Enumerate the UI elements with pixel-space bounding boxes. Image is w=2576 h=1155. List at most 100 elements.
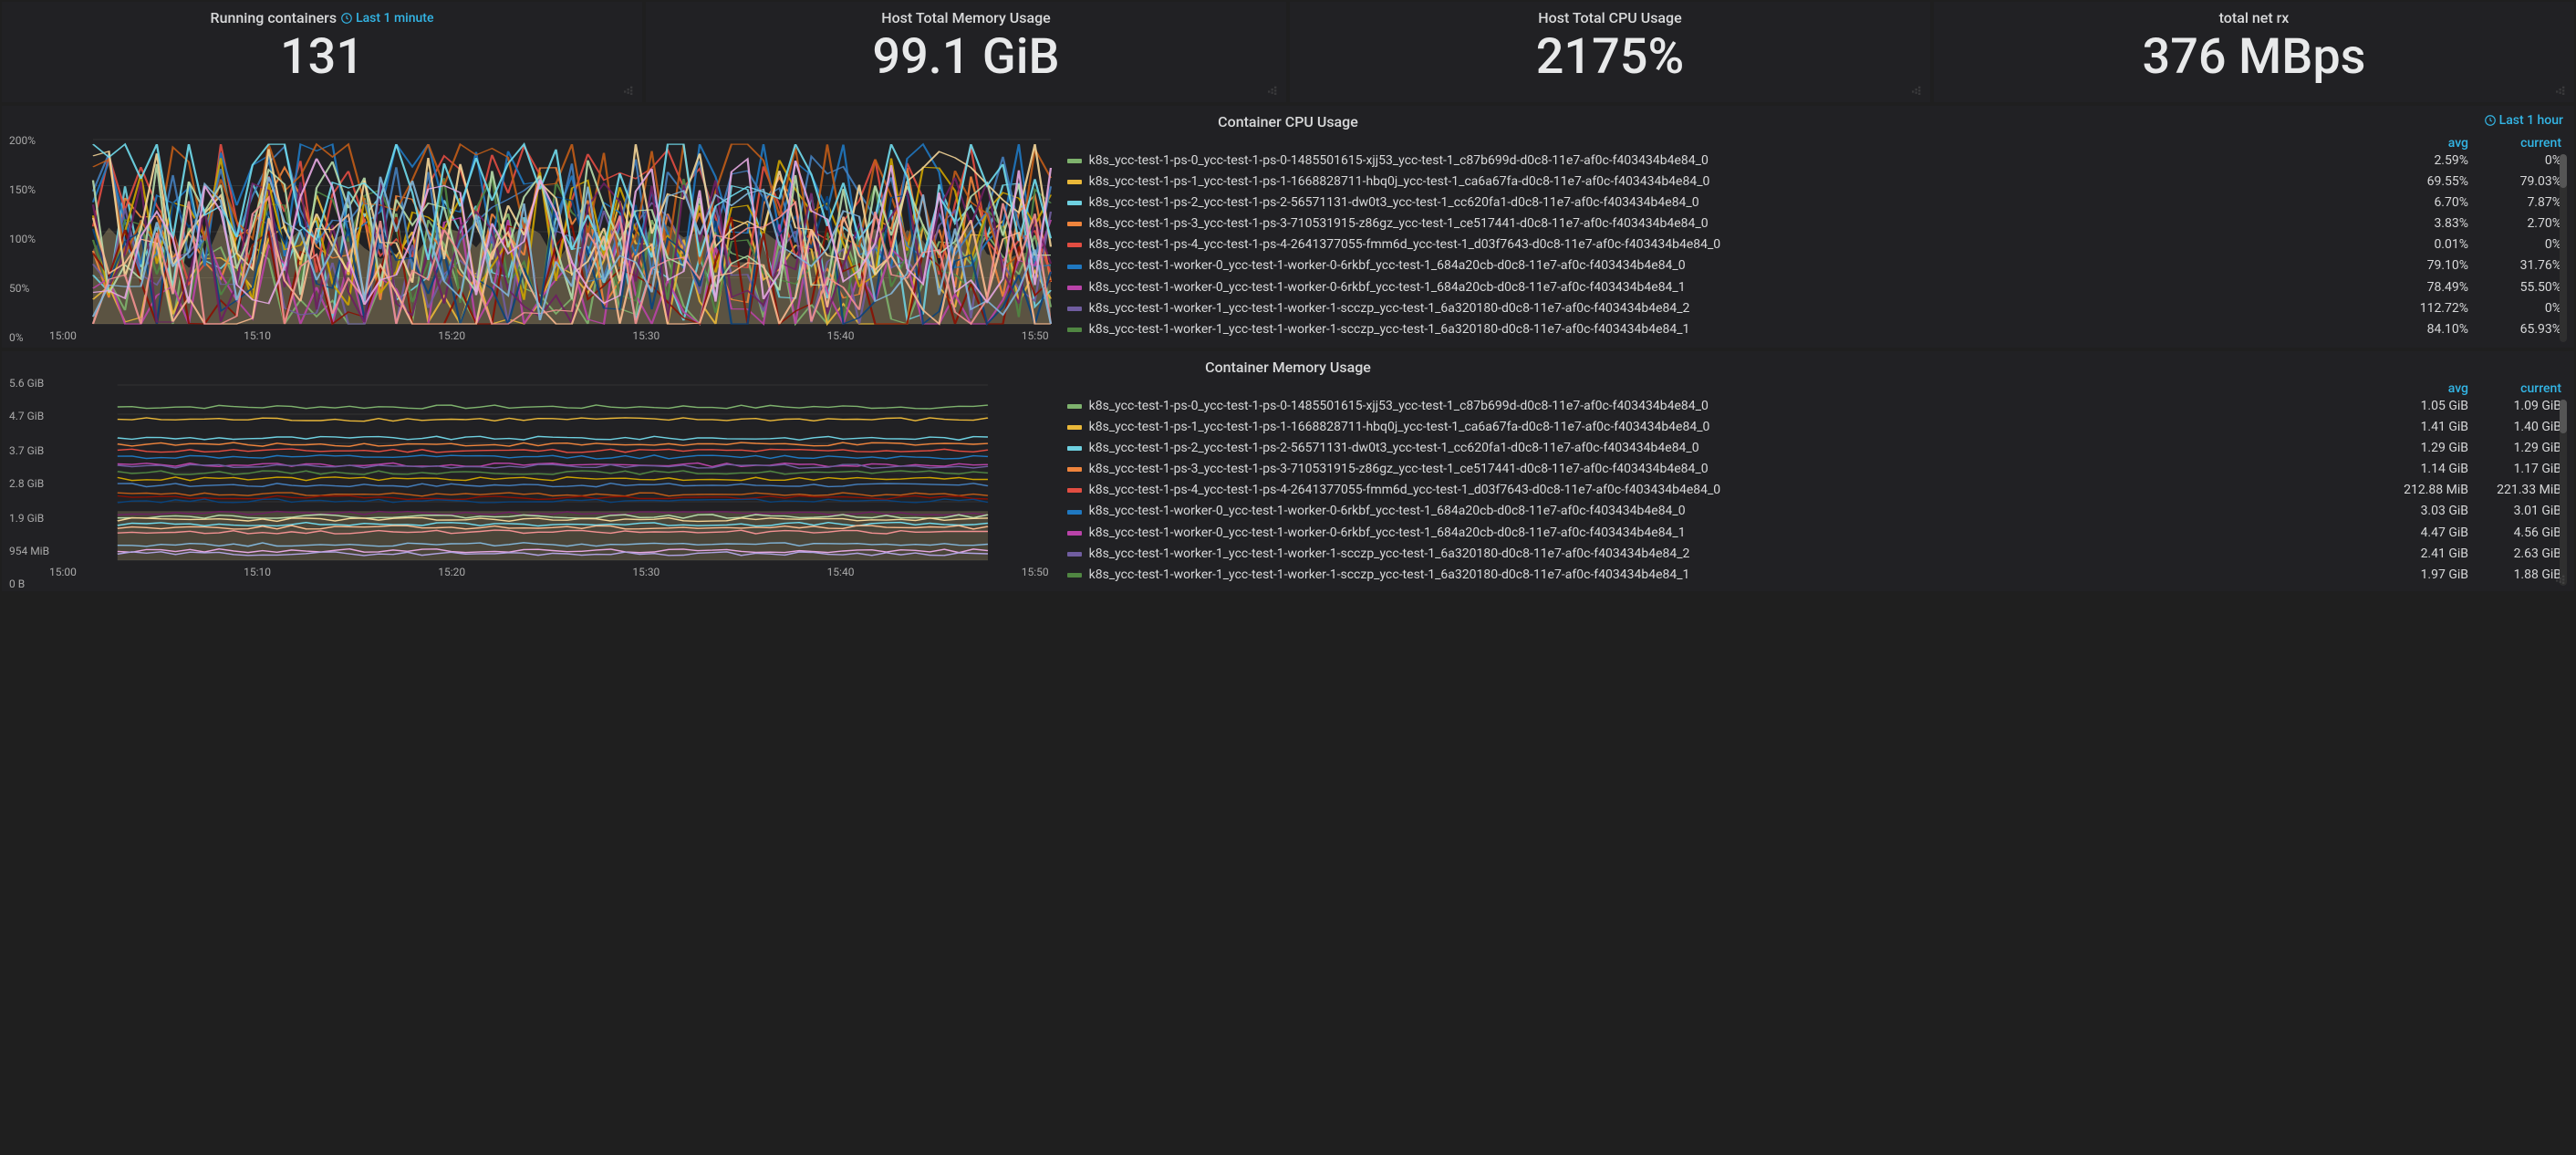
legend-row[interactable]: k8s_ycc-test-1-ps-3_ycc-test-1-ps-3-7105… [1067, 213, 2567, 234]
legend-row[interactable]: k8s_ycc-test-1-worker-1_ycc-test-1-worke… [1067, 565, 2567, 586]
series-current: 79.03% [2479, 172, 2567, 192]
series-avg: 1.05 GiB [2397, 396, 2479, 417]
legend-row[interactable]: k8s_ycc-test-1-ps-4_ycc-test-1-ps-4-2641… [1067, 234, 2567, 255]
time-range-badge[interactable]: Last 1 minute [340, 11, 433, 26]
series-swatch [1067, 488, 1082, 493]
series-swatch [1067, 510, 1082, 515]
legend-row[interactable]: k8s_ycc-test-1-worker-0_ycc-test-1-worke… [1067, 523, 2567, 544]
x-tick: 15:00 [49, 329, 77, 342]
series-avg: 1.41 GiB [2397, 417, 2479, 438]
series-swatch [1067, 467, 1082, 472]
stat-value: 131 [280, 28, 364, 86]
y-tick: 4.7 GiB [9, 410, 44, 422]
series-name: k8s_ycc-test-1-ps-0_ycc-test-1-ps-0-1485… [1089, 396, 2397, 417]
legend-row[interactable]: k8s_ycc-test-1-worker-1_ycc-test-1-worke… [1067, 544, 2567, 565]
y-tick: 200% [9, 134, 36, 147]
stat-running-containers[interactable]: Running containers Last 1 minute 131 [2, 2, 642, 102]
y-tick: 0% [9, 331, 24, 344]
series-swatch [1067, 243, 1082, 247]
series-avg: 1.97 GiB [2397, 565, 2479, 586]
series-name: k8s_ycc-test-1-ps-1_ycc-test-1-ps-1-1668… [1089, 417, 2397, 438]
y-tick: 3.7 GiB [9, 444, 44, 457]
drilldown-icon[interactable] [1268, 82, 1281, 99]
memory-chart[interactable]: 5.6 GiB 4.7 GiB 3.7 GiB 2.8 GiB 1.9 GiB … [9, 381, 1058, 586]
legend-row[interactable]: k8s_ycc-test-1-worker-0_ycc-test-1-worke… [1067, 501, 2567, 522]
series-avg: 3.83% [2397, 213, 2479, 234]
series-current: 55.50% [2479, 277, 2567, 298]
legend-row[interactable]: k8s_ycc-test-1-worker-0_ycc-test-1-worke… [1067, 277, 2567, 298]
series-current: 1.88 GiB [2479, 565, 2567, 586]
memory-legend: avg current k8s_ycc-test-1-ps-0_ycc-test… [1067, 381, 2567, 586]
series-swatch [1067, 286, 1082, 290]
legend-scrollbar[interactable] [2560, 400, 2567, 586]
drilldown-icon[interactable] [2556, 82, 2569, 99]
legend-row[interactable]: k8s_ycc-test-1-ps-3_ycc-test-1-ps-3-7105… [1067, 459, 2567, 480]
stat-host-memory[interactable]: Host Total Memory Usage 99.1 GiB [646, 2, 1286, 102]
stat-net-rx[interactable]: total net rx 376 MBps [1934, 2, 2574, 102]
panel-container-cpu[interactable]: Container CPU Usage Last 1 hour 200% 150… [2, 106, 2574, 348]
stat-host-cpu[interactable]: Host Total CPU Usage 2175% [1290, 2, 1930, 102]
legend-row[interactable]: k8s_ycc-test-1-ps-0_ycc-test-1-ps-0-1485… [1067, 151, 2567, 172]
stat-value: 99.1 GiB [872, 28, 1059, 86]
x-tick: 15:20 [438, 329, 465, 342]
y-tick: 100% [9, 233, 36, 245]
series-avg: 2.59% [2397, 151, 2479, 172]
drilldown-icon[interactable] [1912, 82, 1925, 99]
panel-container-memory[interactable]: Container Memory Usage 5.6 GiB 4.7 GiB 3… [2, 351, 2574, 591]
legend-row[interactable]: k8s_ycc-test-1-worker-0_ycc-test-1-worke… [1067, 255, 2567, 276]
drilldown-icon[interactable] [624, 82, 637, 99]
series-name: k8s_ycc-test-1-ps-4_ycc-test-1-ps-4-2641… [1089, 480, 2397, 501]
drilldown-icon[interactable] [2556, 571, 2569, 588]
series-avg: 84.10% [2397, 319, 2479, 340]
x-tick: 15:10 [244, 566, 271, 578]
legend-row[interactable]: k8s_ycc-test-1-ps-1_ycc-test-1-ps-1-1668… [1067, 172, 2567, 192]
legend-scrollbar[interactable] [2560, 154, 2567, 342]
series-name: k8s_ycc-test-1-worker-0_ycc-test-1-worke… [1089, 277, 2397, 298]
series-avg: 69.55% [2397, 172, 2479, 192]
legend-header-current[interactable]: current [2479, 136, 2567, 151]
panel-title: Container Memory Usage [1205, 359, 1371, 376]
y-tick: 50% [9, 282, 29, 295]
legend-row[interactable]: k8s_ycc-test-1-ps-4_ycc-test-1-ps-4-2641… [1067, 480, 2567, 501]
stat-title: Host Total Memory Usage [881, 9, 1051, 26]
series-current: 0% [2479, 234, 2567, 255]
cpu-legend: avg current k8s_ycc-test-1-ps-0_ycc-test… [1067, 136, 2567, 342]
series-current: 0% [2479, 151, 2567, 172]
legend-row[interactable]: k8s_ycc-test-1-ps-0_ycc-test-1-ps-0-1485… [1067, 396, 2567, 417]
legend-row[interactable]: k8s_ycc-test-1-worker-1_ycc-test-1-worke… [1067, 319, 2567, 340]
legend-header-avg[interactable]: avg [2397, 381, 2479, 396]
series-current: 0% [2479, 298, 2567, 319]
series-avg: 4.47 GiB [2397, 523, 2479, 544]
series-swatch [1067, 265, 1082, 269]
time-range-badge[interactable]: Last 1 hour [2484, 113, 2563, 128]
series-swatch [1067, 222, 1082, 226]
series-current: 4.56 GiB [2479, 523, 2567, 544]
legend-row[interactable]: k8s_ycc-test-1-ps-1_ycc-test-1-ps-1-1668… [1067, 417, 2567, 438]
cpu-chart-canvas [9, 136, 1058, 328]
series-current: 1.09 GiB [2479, 396, 2567, 417]
y-tick: 5.6 GiB [9, 377, 44, 390]
series-avg: 112.72% [2397, 298, 2479, 319]
series-name: k8s_ycc-test-1-ps-3_ycc-test-1-ps-3-7105… [1089, 213, 2397, 234]
series-avg: 1.29 GiB [2397, 438, 2479, 459]
stat-value: 2175% [1536, 28, 1685, 86]
x-tick: 15:20 [438, 566, 465, 578]
series-name: k8s_ycc-test-1-ps-2_ycc-test-1-ps-2-5657… [1089, 438, 2397, 459]
legend-row[interactable]: k8s_ycc-test-1-worker-1_ycc-test-1-worke… [1067, 298, 2567, 319]
series-name: k8s_ycc-test-1-worker-1_ycc-test-1-worke… [1089, 319, 2397, 340]
series-swatch [1067, 201, 1082, 205]
series-avg: 0.01% [2397, 234, 2479, 255]
x-tick: 15:30 [632, 329, 660, 342]
y-tick: 1.9 GiB [9, 512, 44, 525]
series-swatch [1067, 552, 1082, 557]
cpu-chart[interactable]: 200% 150% 100% 50% 0% 15:00 15:10 15:20 … [9, 136, 1058, 342]
legend-row[interactable]: k8s_ycc-test-1-ps-2_ycc-test-1-ps-2-5657… [1067, 438, 2567, 459]
legend-header-current[interactable]: current [2479, 381, 2567, 396]
series-swatch [1067, 307, 1082, 311]
series-swatch [1067, 404, 1082, 409]
y-tick: 0 B [9, 578, 25, 590]
legend-row[interactable]: k8s_ycc-test-1-ps-2_ycc-test-1-ps-2-5657… [1067, 192, 2567, 213]
legend-header-avg[interactable]: avg [2397, 136, 2479, 151]
clock-icon [340, 12, 353, 25]
y-tick: 2.8 GiB [9, 477, 44, 490]
